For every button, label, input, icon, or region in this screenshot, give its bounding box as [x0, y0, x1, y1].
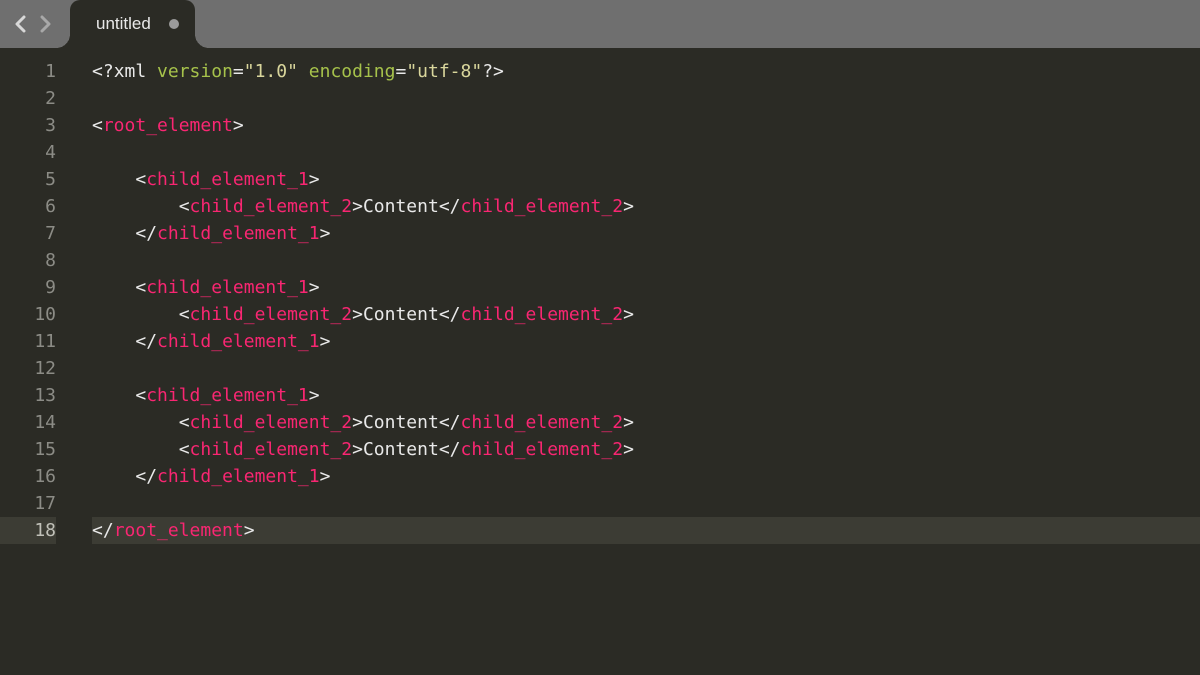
code-line[interactable]: </child_element_1>	[92, 328, 1200, 355]
code-line[interactable]: <child_element_2>Content</child_element_…	[92, 301, 1200, 328]
code-line[interactable]: <child_element_2>Content</child_element_…	[92, 409, 1200, 436]
line-number-gutter: 123456789101112131415161718	[0, 48, 78, 675]
line-number: 13	[0, 382, 56, 409]
line-number: 15	[0, 436, 56, 463]
code-line[interactable]	[92, 139, 1200, 166]
code-line[interactable]: <child_element_1>	[92, 166, 1200, 193]
line-number: 5	[0, 166, 56, 193]
code-line[interactable]: </root_element>	[92, 517, 1200, 544]
line-number: 12	[0, 355, 56, 382]
code-line[interactable]: </child_element_1>	[92, 220, 1200, 247]
file-tab[interactable]: untitled	[70, 0, 195, 48]
code-line[interactable]	[92, 490, 1200, 517]
editor[interactable]: 123456789101112131415161718 <?xml versio…	[0, 48, 1200, 675]
nav-arrows	[12, 15, 54, 33]
code-line[interactable]: <?xml version="1.0" encoding="utf-8"?>	[92, 58, 1200, 85]
tab-title: untitled	[96, 14, 151, 34]
line-number: 14	[0, 409, 56, 436]
line-number: 7	[0, 220, 56, 247]
nav-forward-icon[interactable]	[36, 15, 54, 33]
line-number: 17	[0, 490, 56, 517]
code-line[interactable]	[92, 355, 1200, 382]
line-number: 11	[0, 328, 56, 355]
dirty-indicator-icon	[169, 19, 179, 29]
line-number: 2	[0, 85, 56, 112]
code-line[interactable]: </child_element_1>	[92, 463, 1200, 490]
line-number: 1	[0, 58, 56, 85]
line-number: 4	[0, 139, 56, 166]
line-number: 16	[0, 463, 56, 490]
line-number: 9	[0, 274, 56, 301]
code-line[interactable]: <child_element_1>	[92, 274, 1200, 301]
line-number: 6	[0, 193, 56, 220]
code-line[interactable]	[92, 247, 1200, 274]
code-line[interactable]: <child_element_2>Content</child_element_…	[92, 193, 1200, 220]
code-line[interactable]: <child_element_1>	[92, 382, 1200, 409]
code-area[interactable]: <?xml version="1.0" encoding="utf-8"?> <…	[78, 48, 1200, 675]
line-number: 10	[0, 301, 56, 328]
nav-back-icon[interactable]	[12, 15, 30, 33]
code-line[interactable]	[92, 85, 1200, 112]
code-line[interactable]: <child_element_2>Content</child_element_…	[92, 436, 1200, 463]
line-number: 8	[0, 247, 56, 274]
line-number: 3	[0, 112, 56, 139]
code-line[interactable]: <root_element>	[92, 112, 1200, 139]
titlebar: untitled	[0, 0, 1200, 48]
line-number: 18	[0, 517, 56, 544]
